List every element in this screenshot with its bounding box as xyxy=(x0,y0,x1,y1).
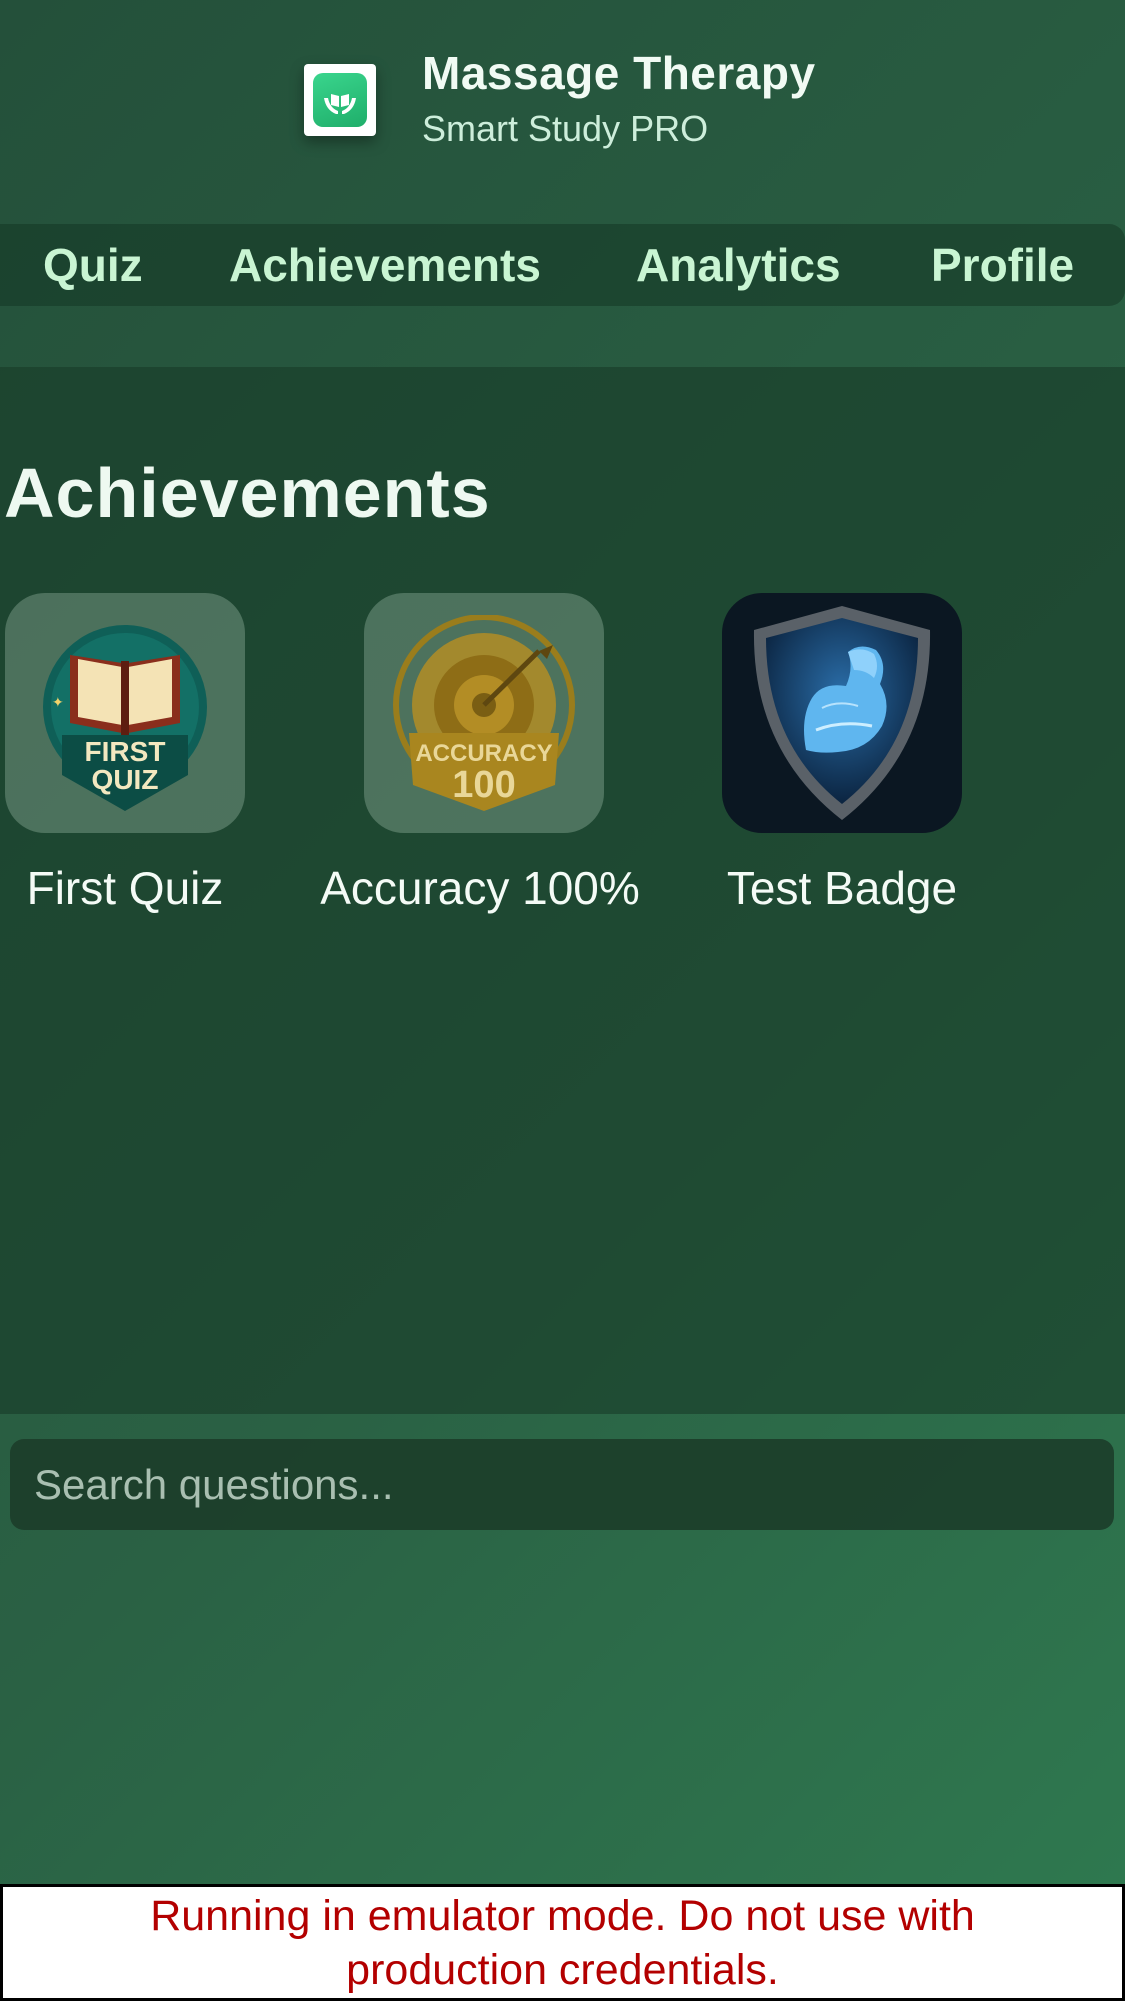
badge-art-text-1: ACCURACY xyxy=(415,740,552,767)
accuracy-target-badge-icon: ACCURACY 100 xyxy=(393,615,575,811)
flexed-arm-shield-badge-icon xyxy=(753,606,931,820)
tab-profile[interactable]: Profile xyxy=(931,224,1074,306)
badge-label-first-quiz: First Quiz xyxy=(26,862,224,914)
app-subtitle: Smart Study PRO xyxy=(422,108,709,149)
badge-first-quiz[interactable]: FIRST QUIZ ✦ xyxy=(5,593,245,833)
badge-art-text-2: QUIZ xyxy=(92,764,159,795)
badge-test[interactable] xyxy=(722,593,962,833)
badge-label-test: Test Badge xyxy=(726,862,958,914)
tab-bar: Quiz Achievements Analytics Profile xyxy=(0,224,1125,306)
search-input[interactable] xyxy=(10,1439,1114,1530)
emulator-warning-banner: Running in emulator mode. Do not use wit… xyxy=(0,1884,1125,2001)
tab-analytics[interactable]: Analytics xyxy=(636,224,841,306)
app-header: Massage Therapy Smart Study PRO xyxy=(0,0,1125,200)
achievements-panel: Achievements FIRST QUIZ ✦ First Quiz ACC… xyxy=(0,367,1125,1414)
badge-art-text-2: 100 xyxy=(452,764,515,806)
app-title: Massage Therapy xyxy=(422,47,816,99)
tab-quiz[interactable]: Quiz xyxy=(43,224,143,306)
first-quiz-book-badge-icon: FIRST QUIZ ✦ xyxy=(43,625,207,811)
badge-accuracy[interactable]: ACCURACY 100 xyxy=(364,593,604,833)
badge-label-accuracy: Accuracy 100% xyxy=(320,862,640,914)
section-title: Achievements xyxy=(4,454,491,532)
emulator-warning-text: Running in emulator mode. Do not use wit… xyxy=(150,1891,975,1994)
hands-holding-book-icon xyxy=(313,73,367,127)
svg-text:✦: ✦ xyxy=(52,695,64,711)
badge-art-text-1: FIRST xyxy=(85,736,166,767)
app-logo xyxy=(304,64,376,136)
tab-achievements[interactable]: Achievements xyxy=(229,224,541,306)
